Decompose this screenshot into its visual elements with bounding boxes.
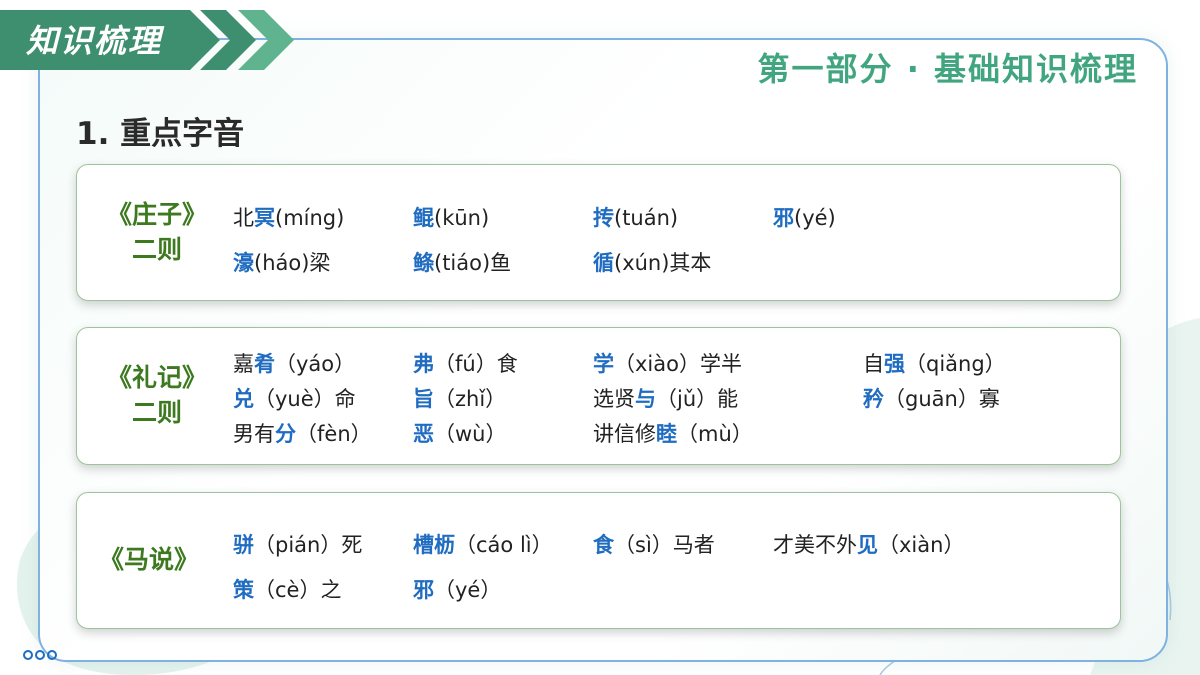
card-title: 《马说》 [98,545,199,574]
pronunciation-entry: 濠(háo)梁 [233,251,331,275]
pronunciation-entry: 食（sì）马者 [593,533,715,557]
pronunciation-entry: 鲦(tiáo)鱼 [413,251,512,275]
pronunciation-entry: 才美不外见（xiàn） [773,533,965,557]
section-heading: 1. 重点字音 [76,116,245,152]
pronunciation-entry: 选贤与（jǔ）能 [593,387,739,411]
pronunciation-entry: 恶（wù） [413,422,507,446]
card-subtitle: 二则 [131,235,182,264]
pronunciation-entry: 抟(tuán) [593,206,679,230]
pronunciation-entry: 策（cè）之 [233,578,342,602]
pronunciation-entry: 槽枥（cáo lì） [413,533,553,557]
card-title: 《庄子》 [106,200,207,229]
pronunciation-entry: 北冥(míng) [233,206,345,230]
decorative-dots [23,650,57,660]
pronunciation-entry: 矜（guān）寡 [863,387,1000,411]
pronunciation-entry: 学（xiào）学半 [593,352,742,376]
pronunciation-entry: 嘉肴（yáo） [233,352,356,376]
card-liji: 《礼记》 二则 嘉肴（yáo） 弗（fú）食 学（xiào）学半 自强（qiǎn… [76,327,1121,465]
card-title: 《礼记》 [106,363,207,392]
pronunciation-entry: 邪（yé） [413,578,502,602]
part-title: 第一部分 · 基础知识梳理 [757,50,1138,88]
pronunciation-entry: 讲信修睦（mù） [593,422,753,446]
pronunciation-entry: 鲲(kūn) [413,206,490,230]
card-mashuo: 《马说》 骈（pián）死 槽枥（cáo lì） 食（sì）马者 才美不外见（x… [76,492,1121,629]
card-zhuangzi: 《庄子》 二则 北冥(míng) 鲲(kūn) 抟(tuán) 邪(yé) 濠(… [76,164,1121,301]
card-subtitle: 二则 [131,398,182,427]
pronunciation-entry: 骈（pián）死 [233,533,363,557]
pronunciation-entry: 旨（zhǐ） [413,387,507,411]
pronunciation-entry: 弗（fú）食 [413,352,518,376]
badge-title: 知识梳理 [26,22,163,60]
pronunciation-entry: 自强（qiǎng） [863,352,1006,376]
pronunciation-entry: 兑（yuè）命 [233,387,356,411]
pronunciation-entry: 循(xún)其本 [593,251,712,275]
pronunciation-entry: 男有分（fèn） [233,422,372,446]
pronunciation-entry: 邪(yé) [773,206,836,230]
